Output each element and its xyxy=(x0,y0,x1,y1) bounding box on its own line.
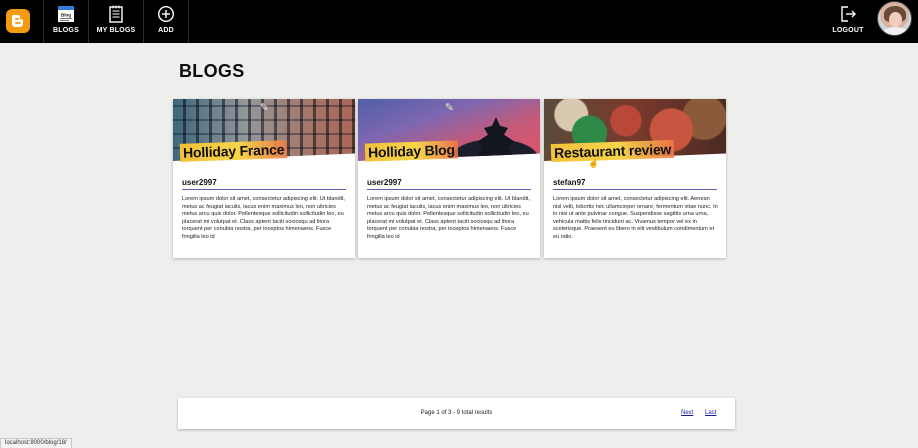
blogger-logo-icon[interactable] xyxy=(6,9,30,33)
pagination-last-link[interactable]: Last xyxy=(705,410,716,416)
pagination-bar: Page 1 of 3 - 9 total results Next Last xyxy=(178,398,735,429)
blog-card-title[interactable]: Holliday Blog xyxy=(364,140,459,162)
nav-add[interactable]: ADD xyxy=(144,0,189,43)
blog-card-author: stefan97 xyxy=(553,178,717,190)
pagination-next-link[interactable]: Next xyxy=(681,410,693,416)
blog-newspaper-icon: Blog xyxy=(58,6,74,22)
plus-circle-icon xyxy=(157,5,175,23)
blog-card-excerpt: Lorem ipsum dolor sit amet, consectetur … xyxy=(182,196,345,240)
logout-arrow-icon xyxy=(841,6,856,22)
pencil-icon[interactable]: ✎ xyxy=(445,101,454,114)
blog-card[interactable]: Restaurant review stefan97 Lorem ipsum d… xyxy=(544,99,726,258)
nav-my-blogs[interactable]: MY BLOGS xyxy=(89,0,144,43)
tree-silhouette xyxy=(476,117,516,161)
blog-card-title[interactable]: Restaurant review xyxy=(550,139,675,163)
blog-card[interactable]: ✎ Holliday France user2997 Lorem ipsum d… xyxy=(173,99,355,258)
nav-logout[interactable]: LOGOUT xyxy=(826,0,870,43)
blog-card-excerpt: Lorem ipsum dolor sit amet, consectetur … xyxy=(367,196,530,240)
blog-card-author: user2997 xyxy=(367,178,531,190)
blog-card-author: user2997 xyxy=(182,178,346,190)
blog-card-excerpt: Lorem ipsum dolor sit amet, consectetur … xyxy=(553,196,718,240)
nav-add-label: ADD xyxy=(158,27,174,34)
pagination-info: Page 1 of 3 - 9 total results xyxy=(420,410,493,416)
avatar-face xyxy=(889,12,902,27)
nav-logout-label: LOGOUT xyxy=(832,27,864,34)
browser-status-url: localhost:8000/blog/18/ xyxy=(0,438,72,448)
blog-card[interactable]: ✎ Holliday Blog user2997 Lorem ipsum dol… xyxy=(358,99,540,258)
hand-cursor-icon: ☝ xyxy=(588,158,600,168)
nav-blogs[interactable]: Blog BLOGS xyxy=(43,0,89,43)
pencil-icon[interactable]: ✎ xyxy=(260,101,269,114)
nav-my-blogs-label: MY BLOGS xyxy=(96,27,136,34)
blog-card-title[interactable]: Holliday France xyxy=(179,140,288,162)
svg-text:Blog: Blog xyxy=(61,13,71,18)
top-navigation-bar: Blog BLOGS MY BLOGS ADD LOGOUT xyxy=(0,0,918,43)
page-title: BLOGS xyxy=(179,61,245,81)
user-avatar[interactable] xyxy=(877,1,912,36)
nav-blogs-label: BLOGS xyxy=(53,27,79,34)
notebook-icon xyxy=(109,5,123,23)
avatar-shirt xyxy=(882,27,909,35)
